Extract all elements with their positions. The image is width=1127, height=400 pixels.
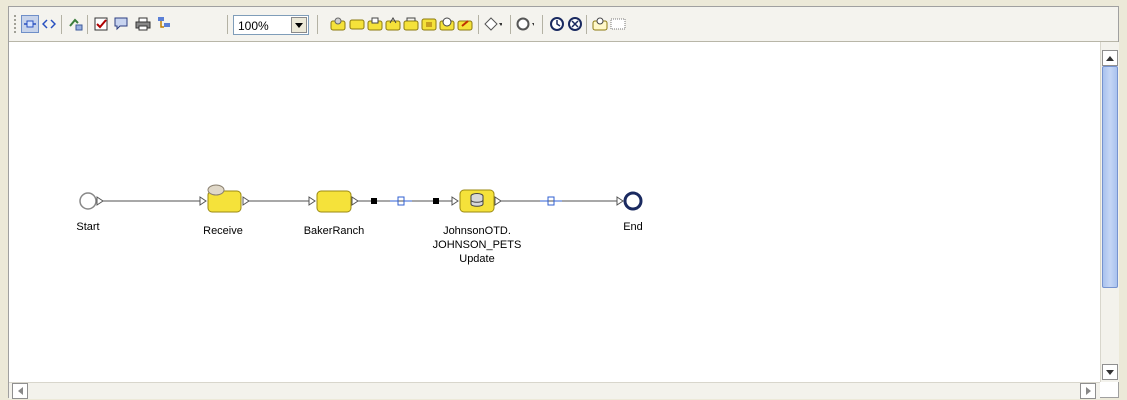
database-icon	[470, 193, 484, 207]
johnson-label-line1: JohnsonOTD.	[443, 225, 511, 237]
johnson-label-line2: JOHNSON_PETS	[432, 239, 522, 251]
toolbar-separator	[542, 15, 543, 34]
port-arrow	[494, 196, 502, 206]
connector-square	[433, 198, 439, 204]
toolbar-separator	[317, 15, 318, 34]
validate-icon[interactable]	[92, 15, 110, 33]
invoke-icon[interactable]	[366, 15, 384, 33]
scroll-down-icon[interactable]	[1102, 364, 1118, 380]
receive-icon[interactable]	[329, 15, 347, 33]
empty-activity-icon[interactable]	[348, 15, 366, 33]
toolbar-separator	[586, 15, 587, 34]
start-node[interactable]	[79, 192, 97, 210]
port-arrow	[242, 196, 250, 206]
toolbar-separator	[227, 15, 228, 34]
code-view-icon[interactable]	[40, 15, 58, 33]
event-icon[interactable]	[591, 15, 609, 33]
while-icon[interactable]	[548, 15, 566, 33]
scroll-up-icon[interactable]	[1102, 50, 1118, 66]
toolbar-separator	[478, 15, 479, 34]
port-arrow	[616, 196, 624, 206]
comment-icon[interactable]	[112, 15, 130, 33]
toolbar-separator	[61, 15, 62, 34]
compensate-icon[interactable]	[456, 15, 474, 33]
scope-icon[interactable]	[609, 15, 627, 33]
merge-icon[interactable]	[516, 15, 534, 33]
vertical-scrollbar[interactable]	[1100, 42, 1119, 382]
bakerranch-node[interactable]	[316, 190, 352, 213]
end-node[interactable]	[623, 191, 643, 211]
johnson-label-line3: Update	[459, 253, 495, 265]
zoom-value: 100%	[238, 19, 269, 33]
reply-icon[interactable]	[384, 15, 402, 33]
port-arrow	[96, 196, 104, 206]
start-label: Start	[76, 221, 100, 233]
horizontal-scrollbar[interactable]	[9, 382, 1100, 399]
scroll-left-icon[interactable]	[12, 383, 28, 399]
wait-icon[interactable]	[438, 15, 456, 33]
toolbar-grip[interactable]	[13, 14, 17, 34]
receive-label: Receive	[203, 225, 243, 237]
process-canvas[interactable]: Start Receive BakerRanch JohnsonOTD. JOH…	[9, 42, 1100, 382]
throw-icon[interactable]	[402, 15, 420, 33]
zoom-select[interactable]: 100%	[233, 15, 309, 35]
decision-icon[interactable]	[484, 15, 502, 33]
receive-badge-icon	[207, 184, 225, 196]
toolbar-separator	[87, 15, 88, 34]
scroll-thumb[interactable]	[1102, 66, 1118, 288]
port-arrow	[351, 196, 359, 206]
assign-icon[interactable]	[420, 15, 438, 33]
port-arrow	[451, 196, 459, 206]
bpel-designer-window: 100% Start Receive BakerRanch JohnsonOTD…	[8, 6, 1119, 399]
link-mode-icon[interactable]	[21, 15, 39, 33]
designer-toolbar: 100%	[9, 7, 1118, 42]
port-arrow	[199, 196, 207, 206]
bakerranch-label: BakerRanch	[303, 225, 365, 237]
scroll-right-icon[interactable]	[1080, 383, 1096, 399]
process-diagram	[79, 184, 643, 213]
print-icon[interactable]	[134, 15, 152, 33]
port-arrow	[308, 196, 316, 206]
end-label: End	[623, 221, 643, 233]
connect-icon[interactable]	[66, 15, 84, 33]
connector-square	[371, 198, 377, 204]
toolbar-separator	[510, 15, 511, 34]
catch-all-icon[interactable]	[566, 15, 584, 33]
chevron-down-icon[interactable]	[291, 17, 307, 33]
layout-icon[interactable]	[155, 15, 173, 33]
